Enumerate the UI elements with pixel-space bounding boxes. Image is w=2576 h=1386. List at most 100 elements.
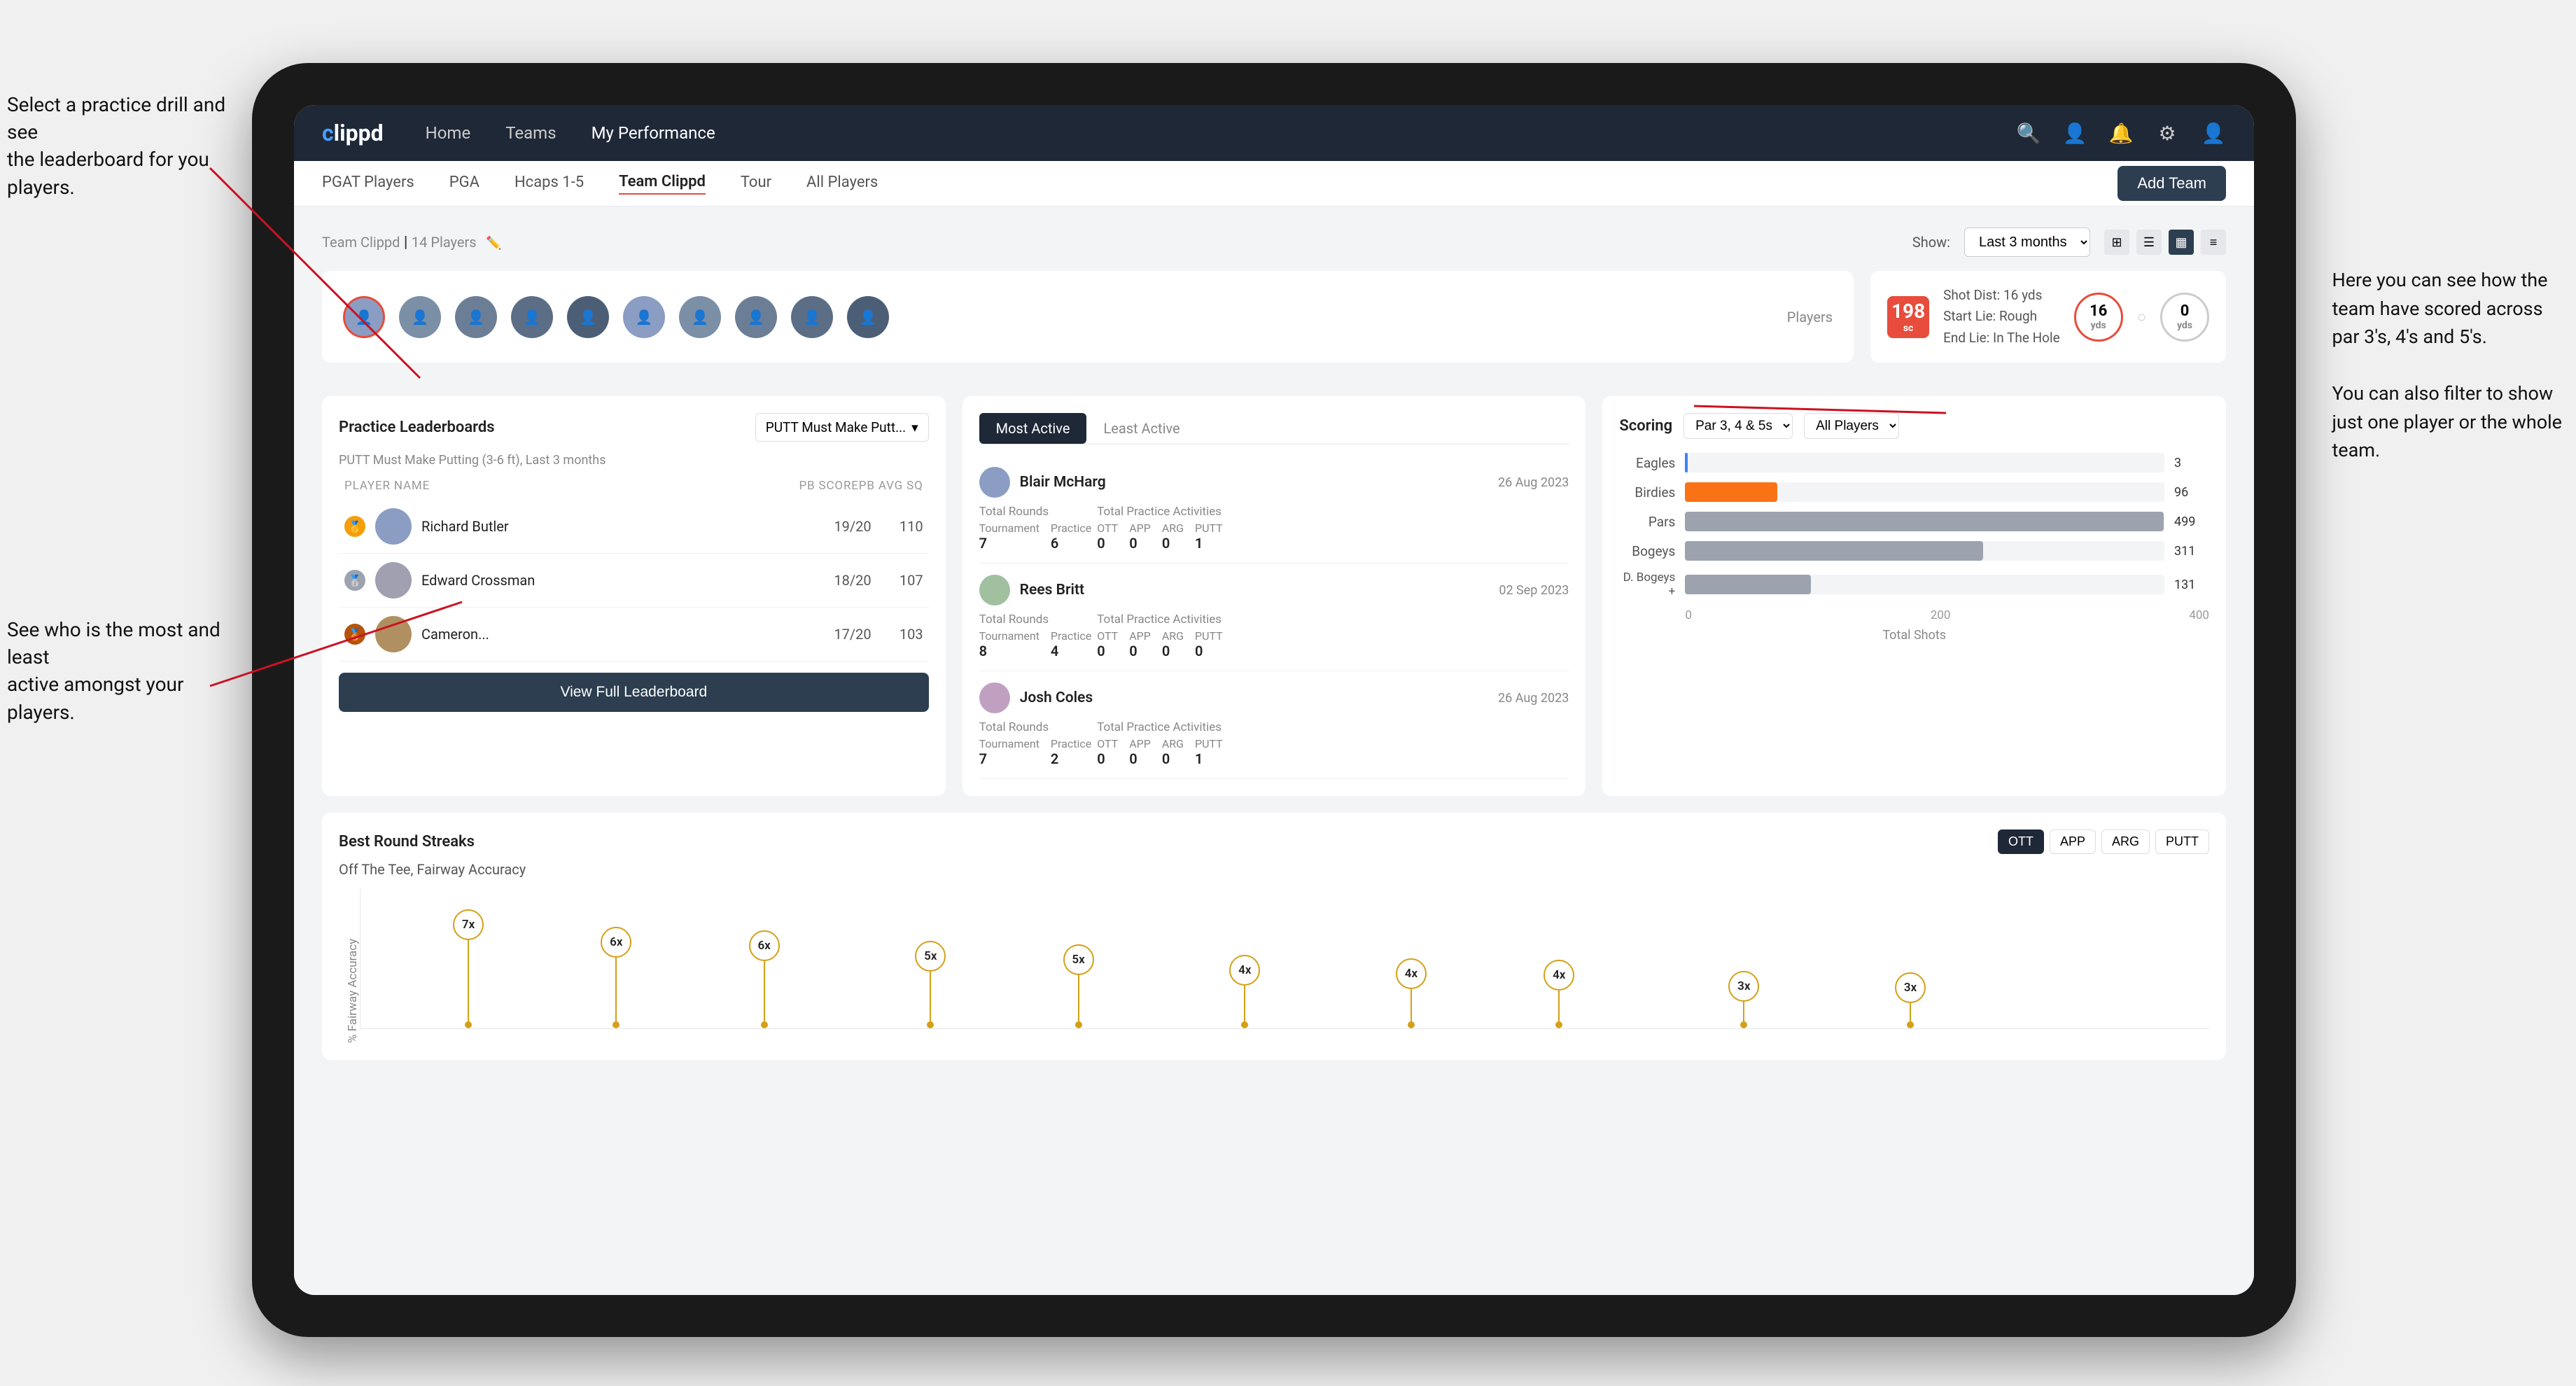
settings-icon[interactable]: ⚙ (2155, 120, 2180, 146)
yards-left-circle: 16 yds (2074, 293, 2123, 342)
list-view-icon[interactable]: ☰ (2136, 230, 2162, 255)
show-period-select[interactable]: Last 3 months Last month Last 6 months L… (1964, 227, 2090, 257)
bar-birdies: Birdies 96 (1619, 482, 2209, 502)
player-avatar-2[interactable]: 👤 (399, 296, 441, 338)
bar-val-eagles: 3 (2174, 456, 2209, 470)
activity-name-3: Josh Coles (1020, 690, 1488, 706)
team-header: Team Clippd | 14 Players ✏️ Show: Last 3… (322, 227, 2226, 257)
bar-val-birdies: 96 (2174, 485, 2209, 500)
lb-score-2: 18/20 (816, 572, 872, 589)
streak-filter-app[interactable]: APP (2050, 830, 2096, 854)
streak-pin-2: 6x (601, 927, 631, 1028)
streaks-header: Best Round Streaks OTT APP ARG PUTT (339, 830, 2209, 854)
pin-dot-7 (1408, 1021, 1415, 1028)
ipad-frame: clippd Home Teams My Performance 🔍 👤 🔔 ⚙… (252, 63, 2296, 1337)
lb-score-1: 19/20 (816, 518, 872, 535)
subnav: PGAT Players PGA Hcaps 1-5 Team Clippd T… (294, 161, 2254, 206)
x-axis: 0 200 400 (1619, 608, 2209, 622)
leaderboard-columns: PLAYER NAME PB SCORE PB AVG SQ (339, 479, 929, 493)
view-full-leaderboard-button[interactable]: View Full Leaderboard (339, 673, 929, 712)
activity-player-2: Rees Britt 02 Sep 2023 Total Rounds Tour… (979, 564, 1569, 671)
card-view-icon[interactable]: ▦ (2169, 230, 2194, 255)
nav-home[interactable]: Home (426, 123, 471, 143)
navbar-icons: 🔍 👤 🔔 ⚙ 👤 (2016, 120, 2226, 146)
activity-stats-2: Total Rounds Tournament8 Practice4 Total… (979, 612, 1569, 659)
player-avatar-1[interactable]: 👤 (343, 296, 385, 338)
subnav-all-players[interactable]: All Players (806, 174, 878, 194)
bell-icon[interactable]: 🔔 (2108, 120, 2134, 146)
table-view-icon[interactable]: ≡ (2201, 230, 2226, 255)
bottom-grid: Practice Leaderboards PUTT Must Make Put… (322, 396, 2226, 796)
navbar-links: Home Teams My Performance (426, 123, 2016, 143)
lb-name-1: Richard Butler (421, 518, 806, 535)
player-avatar-8[interactable]: 👤 (735, 296, 777, 338)
streak-pin-9: 3x (1728, 971, 1759, 1028)
tab-most-active[interactable]: Most Active (979, 413, 1087, 444)
pin-label-3: 6x (749, 930, 780, 961)
pin-dot-2 (612, 1021, 620, 1028)
y-axis-label: % Fairway Accuracy (339, 889, 360, 1043)
search-icon[interactable]: 🔍 (2016, 120, 2041, 146)
pin-dot-6 (1241, 1021, 1248, 1028)
view-icons: ⊞ ☰ ▦ ≡ (2104, 230, 2226, 255)
pin-dot-9 (1740, 1021, 1747, 1028)
total-practice-label-1: Total Practice Activities (1097, 505, 1378, 519)
bar-label-bogeys: Bogeys (1619, 543, 1675, 559)
practice-leaderboard-card: Practice Leaderboards PUTT Must Make Put… (322, 396, 946, 796)
player-avatar-10[interactable]: 👤 (847, 296, 889, 338)
pin-dot-5 (1075, 1021, 1082, 1028)
total-rounds-label: Total Rounds (979, 505, 1092, 519)
player-avatar-9[interactable]: 👤 (791, 296, 833, 338)
players-row: 👤 👤 👤 👤 👤 👤 👤 👤 👤 👤 Players (322, 271, 1854, 363)
subnav-tour[interactable]: Tour (741, 174, 771, 194)
bar-val-pars: 499 (2174, 514, 2209, 529)
bar-val-dbogeys: 131 (2174, 578, 2209, 592)
tab-least-active[interactable]: Least Active (1086, 413, 1196, 444)
streak-pin-7: 4x (1396, 958, 1427, 1028)
subnav-hcaps[interactable]: Hcaps 1-5 (514, 174, 584, 194)
streak-filter-putt[interactable]: PUTT (2155, 830, 2209, 854)
streaks-chart-container: % Fairway Accuracy 7x 6x (339, 889, 2209, 1043)
nav-my-performance[interactable]: My Performance (592, 123, 715, 143)
par-filter-select[interactable]: Par 3, 4 & 5s Par 3s Par 4s Par 5s (1684, 413, 1793, 439)
ipad-screen: clippd Home Teams My Performance 🔍 👤 🔔 ⚙… (294, 105, 2254, 1295)
edit-team-icon[interactable]: ✏️ (486, 236, 501, 251)
drill-selector[interactable]: PUTT Must Make Putt... ▾ (755, 413, 929, 442)
streak-pin-8: 4x (1544, 960, 1574, 1028)
annotation-top-right: Here you can see how the team have score… (2332, 266, 2562, 465)
practice-label: Practice (1051, 522, 1091, 535)
pin-dot-4 (927, 1021, 934, 1028)
leaderboard-header: Practice Leaderboards PUTT Must Make Put… (339, 413, 929, 442)
pin-label-8: 4x (1544, 960, 1574, 990)
leaderboard-subtitle: PUTT Must Make Putting (3-6 ft), Last 3 … (339, 453, 929, 468)
player-avatar-3[interactable]: 👤 (455, 296, 497, 338)
streak-filter-ott[interactable]: OTT (1998, 830, 2044, 854)
shot-number: 198 sc (1887, 296, 1929, 338)
person-icon[interactable]: 👤 (2062, 120, 2087, 146)
scoring-title: Scoring (1619, 417, 1672, 435)
player-avatar-6[interactable]: 👤 (623, 296, 665, 338)
streaks-card: Best Round Streaks OTT APP ARG PUTT Off … (322, 813, 2226, 1060)
bar-label-eagles: Eagles (1619, 455, 1675, 471)
add-team-button[interactable]: Add Team (2118, 166, 2226, 201)
nav-teams[interactable]: Teams (505, 123, 556, 143)
streak-pin-1: 7x (453, 909, 484, 1028)
player-avatar-7[interactable]: 👤 (679, 296, 721, 338)
players-filter-select[interactable]: All Players (1804, 413, 1899, 439)
subnav-team-clippd[interactable]: Team Clippd (619, 173, 706, 195)
subnav-pgat[interactable]: PGAT Players (322, 174, 414, 194)
brand-logo[interactable]: clippd (322, 120, 384, 146)
subnav-pga[interactable]: PGA (449, 174, 479, 194)
player-avatar-5[interactable]: 👤 (567, 296, 609, 338)
navbar: clippd Home Teams My Performance 🔍 👤 🔔 ⚙… (294, 105, 2254, 161)
pin-label-6: 4x (1229, 955, 1260, 986)
grid-view-icon[interactable]: ⊞ (2104, 230, 2129, 255)
scoring-chart: Eagles 3 Birdies 96 (1619, 453, 2209, 643)
avatar-icon[interactable]: 👤 (2201, 120, 2226, 146)
streak-filter-arg[interactable]: ARG (2101, 830, 2150, 854)
activity-tabs: Most Active Least Active (979, 413, 1569, 444)
streaks-title: Best Round Streaks (339, 833, 475, 850)
lb-avatar-1 (375, 508, 412, 545)
player-avatar-4[interactable]: 👤 (511, 296, 553, 338)
pin-label-9: 3x (1728, 971, 1759, 1002)
